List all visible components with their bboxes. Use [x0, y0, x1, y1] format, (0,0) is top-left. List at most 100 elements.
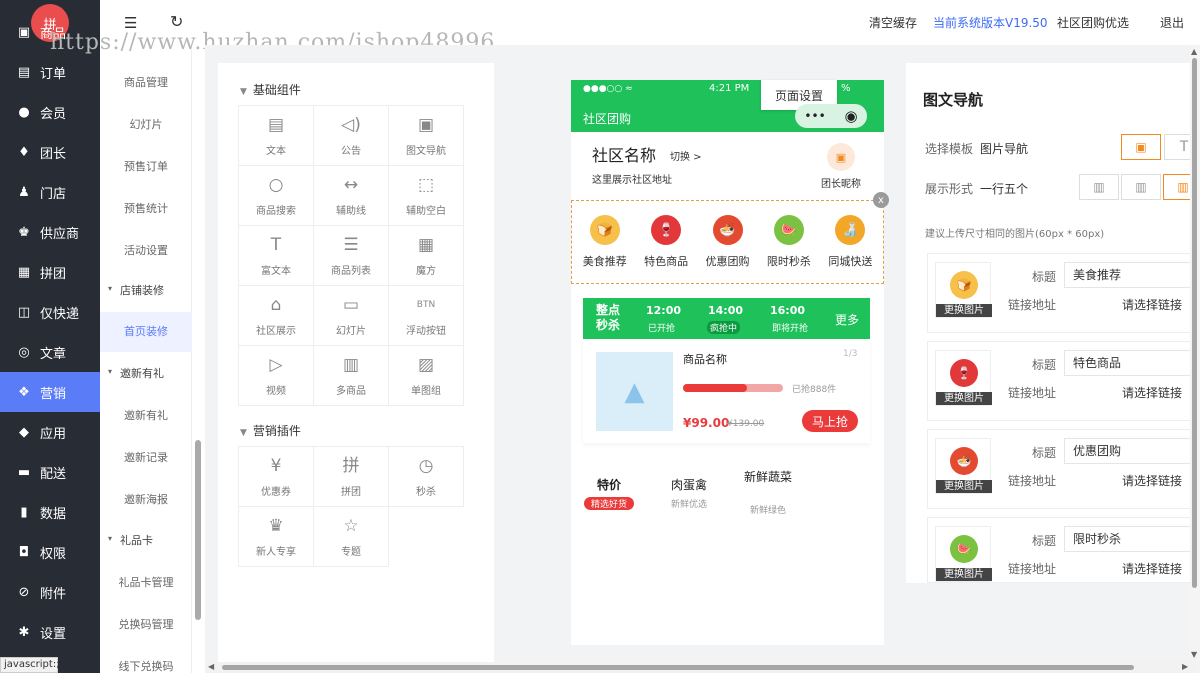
style-option-five[interactable]: ▥	[1163, 174, 1190, 200]
subnav-item[interactable]: 商品管理	[100, 76, 192, 90]
subnav-item[interactable]: 预售订单	[100, 160, 192, 174]
category-tab-title[interactable]: 特价	[584, 478, 634, 492]
scroll-down-arrow-icon[interactable]: ▼	[1191, 650, 1197, 659]
component-slides[interactable]: ▭ 幻灯片	[314, 286, 389, 346]
target-icon[interactable]: ◉	[844, 107, 857, 125]
nav-item-thumbnail[interactable]: 🍜 更换图片	[935, 438, 992, 494]
sidebar-item-5[interactable]: ♚ 供应商	[0, 212, 100, 252]
sidebar-item-14[interactable]: ⊘ 附件	[0, 572, 100, 612]
choose-link-button[interactable]: 请选择链接	[1122, 296, 1182, 313]
nav-item-thumbnail[interactable]: 🍞 更换图片	[935, 262, 992, 318]
sidebar-item-3[interactable]: ♦ 团长	[0, 132, 100, 172]
sidebar-item-4[interactable]: ♟ 门店	[0, 172, 100, 212]
remove-component-button[interactable]: x	[873, 192, 889, 208]
component-multi-goods[interactable]: ▥ 多商品	[314, 346, 389, 406]
sidebar-item-15[interactable]: ✱ 设置	[0, 612, 100, 652]
subnav-item[interactable]: 兑换码管理	[100, 618, 192, 632]
nav-title-input[interactable]: 美食推荐	[1064, 262, 1199, 288]
nav-preview-item[interactable]: 🍞 美食推荐	[574, 201, 635, 269]
nav-preview-item[interactable]: 🍷 特色商品	[635, 201, 696, 269]
subnav-item[interactable]: 预售统计	[100, 202, 192, 216]
sidebar-item-10[interactable]: ◆ 应用	[0, 412, 100, 452]
component-picture[interactable]: ▨ 单图组	[389, 346, 464, 406]
template-text-option[interactable]: T	[1164, 134, 1190, 160]
leader-avatar-icon[interactable]: ▣	[827, 143, 855, 171]
component-image-nav[interactable]: ▣ 图文导航	[389, 106, 464, 166]
category-tab-title[interactable]: 肉蛋禽	[664, 478, 714, 492]
scroll-right-arrow-icon[interactable]: ▶	[1182, 662, 1188, 671]
buy-now-button[interactable]: 马上抢	[802, 410, 858, 432]
nav-preview-item[interactable]: 🍉 限时秒杀	[758, 201, 819, 269]
logout-link[interactable]: 退出	[1160, 14, 1184, 31]
sidebar-item-12[interactable]: ▮ 数据	[0, 492, 100, 532]
sidebar-item-9[interactable]: ❖ 营销	[0, 372, 100, 412]
component-richtext[interactable]: T 富文本	[239, 226, 314, 286]
refresh-icon[interactable]: ↻	[170, 12, 183, 31]
flash-slot-time[interactable]: 16:00	[770, 304, 805, 317]
nav-item-thumbnail[interactable]: 🍉 更换图片	[935, 526, 992, 582]
nav-item-thumbnail[interactable]: 🍷 更换图片	[935, 350, 992, 406]
component-coupon[interactable]: ¥ 优惠券	[239, 447, 314, 507]
sidebar-item-2[interactable]: ● 会员	[0, 92, 100, 132]
style-option-four[interactable]: ▥	[1121, 174, 1161, 200]
nav-title-input[interactable]: 优惠团购	[1064, 438, 1199, 464]
scroll-up-arrow-icon[interactable]: ▲	[1191, 47, 1197, 56]
component-play[interactable]: ▷ 视频	[239, 346, 314, 406]
choose-link-button[interactable]: 请选择链接	[1122, 560, 1182, 577]
sidebar-item-11[interactable]: ▬ 配送	[0, 452, 100, 492]
change-image-button[interactable]: 更换图片	[936, 568, 992, 581]
change-image-button[interactable]: 更换图片	[936, 304, 992, 317]
mini-program-capsule[interactable]: ••• ◉	[795, 104, 867, 128]
style-option-three[interactable]: ▥	[1079, 174, 1119, 200]
nav-title-input[interactable]: 特色商品	[1064, 350, 1199, 376]
nav-preview-item[interactable]: 🍜 优惠团购	[697, 201, 758, 269]
flash-slot-time[interactable]: 12:00	[646, 304, 681, 317]
nav-preview-item[interactable]: 🍶 同城快送	[820, 201, 881, 269]
flash-slot-time[interactable]: 14:00	[708, 304, 743, 317]
subnav-item[interactable]: 邀新记录	[100, 451, 192, 465]
component-clock[interactable]: ◷ 秒杀	[389, 447, 464, 507]
change-image-button[interactable]: 更换图片	[936, 392, 992, 405]
image-nav-preview[interactable]: 🍞 美食推荐 🍷 特色商品 🍜 优惠团购 🍉 限时秒杀 🍶 同城快送	[571, 200, 884, 284]
switch-community-link[interactable]: 切换 >	[670, 148, 702, 163]
component-bag[interactable]: 拼拼团	[314, 447, 389, 507]
subnav-item-active[interactable]: 首页装修	[100, 312, 192, 352]
choose-link-button[interactable]: 请选择链接	[1122, 384, 1182, 401]
component-star-badge[interactable]: ☆ 专题	[314, 507, 389, 567]
component-speaker[interactable]: ◁) 公告	[314, 106, 389, 166]
vertical-scroll-thumb[interactable]	[1192, 58, 1197, 588]
basic-components-header[interactable]: ▼ 基础组件	[240, 81, 301, 98]
subnav-group-invite[interactable]: 邀新有礼	[100, 367, 192, 381]
template-image-option[interactable]: ▣	[1121, 134, 1161, 160]
subnav-item[interactable]: 邀新有礼	[100, 409, 192, 423]
sidebar-item-7[interactable]: ◫ 仅快递	[0, 292, 100, 332]
subnav-item[interactable]: 邀新海报	[100, 493, 192, 507]
subnav-group-gift[interactable]: 礼品卡	[100, 534, 192, 548]
subnav-item[interactable]: 幻灯片	[100, 118, 192, 132]
subnav-item[interactable]: 礼品卡管理	[100, 576, 192, 590]
subnav-item[interactable]: 线下兑换码	[100, 660, 192, 673]
subnav-scrollbar[interactable]	[195, 440, 201, 620]
more-dots-icon[interactable]: •••	[804, 109, 825, 123]
nav-title-input[interactable]: 限时秒杀	[1064, 526, 1199, 552]
marketing-plugins-header[interactable]: ▼ 营销插件	[240, 422, 301, 439]
clear-cache-link[interactable]: 清空缓存	[869, 14, 917, 31]
sidebar-item-13[interactable]: ◘ 权限	[0, 532, 100, 572]
subnav-item[interactable]: 活动设置	[100, 244, 192, 258]
component-divider[interactable]: ↔ 辅助线	[314, 166, 389, 226]
change-image-button[interactable]: 更换图片	[936, 480, 992, 493]
component-float-button[interactable]: BTN 浮动按钮	[389, 286, 464, 346]
scroll-left-arrow-icon[interactable]: ◀	[208, 662, 214, 671]
component-blank[interactable]: ⬚ 辅助空白	[389, 166, 464, 226]
flash-more-link[interactable]: 更多	[835, 311, 859, 328]
brand-name[interactable]: 社区团购优选	[1057, 14, 1129, 31]
component-shop[interactable]: ⌂ 社区展示	[239, 286, 314, 346]
sidebar-item-8[interactable]: ◎ 文章	[0, 332, 100, 372]
category-tab-title[interactable]: 新鲜蔬菜	[743, 470, 793, 484]
sidebar-item-6[interactable]: ▦ 拼团	[0, 252, 100, 292]
component-text[interactable]: ▤ 文本	[239, 106, 314, 166]
component-cube-layout[interactable]: ▦ 魔方	[389, 226, 464, 286]
component-list[interactable]: ☰ 商品列表	[314, 226, 389, 286]
sidebar-item-1[interactable]: ▤ 订单	[0, 52, 100, 92]
choose-link-button[interactable]: 请选择链接	[1122, 472, 1182, 489]
